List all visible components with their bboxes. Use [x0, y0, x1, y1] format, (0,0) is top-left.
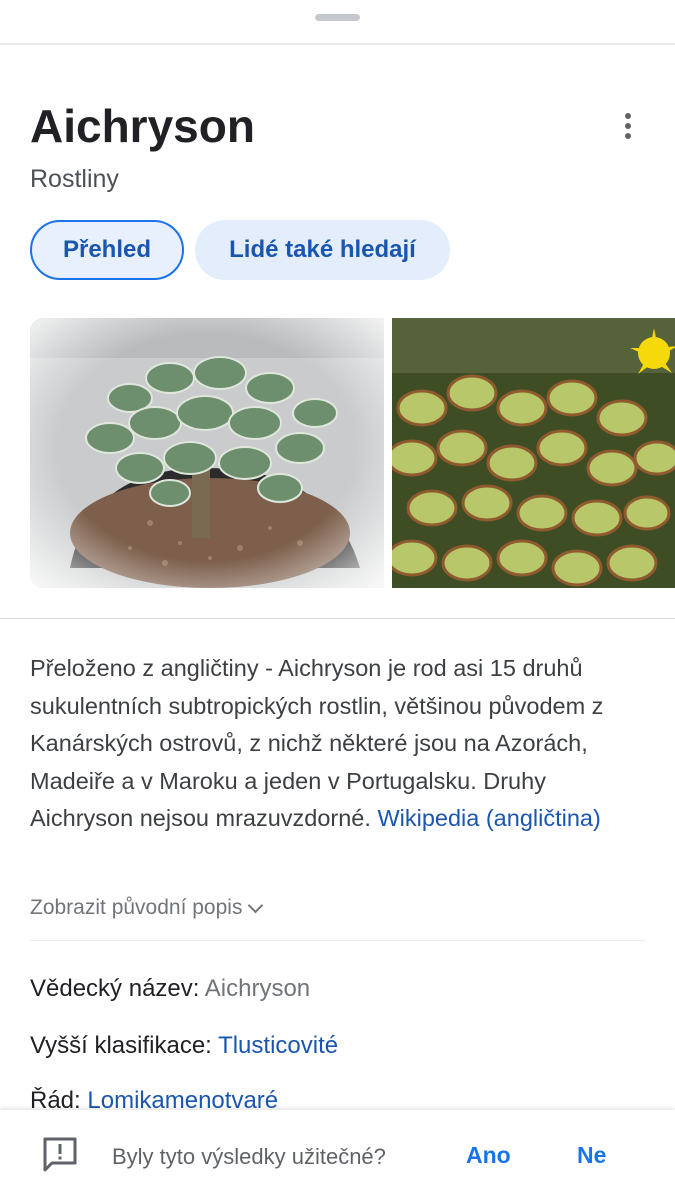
tab-overview-label: Přehled: [62, 236, 152, 263]
fact-label: Vědecký název:: [30, 975, 200, 1002]
entity-title: Aichryson: [30, 100, 255, 152]
sheet-drag-handle[interactable]: [315, 14, 360, 21]
wikipedia-link[interactable]: Wikipedia (angličtina): [377, 805, 600, 831]
description: Přeloženo z angličtiny - Aichryson je ro…: [30, 650, 650, 838]
fact-value: Aichryson: [204, 975, 311, 1002]
more-options-button[interactable]: [608, 106, 648, 146]
more-vert-icon: [625, 113, 631, 119]
show-original-description[interactable]: Zobrazit původní popis: [30, 894, 264, 922]
show-original-label: Zobrazit původní popis: [30, 896, 243, 919]
fact-scientific-name: Vědecký název: Aichryson: [30, 973, 310, 1005]
entity-subtitle: Rostliny: [30, 165, 119, 193]
tab-overview[interactable]: Přehled: [30, 220, 184, 280]
fact-higher-classification: Vyšší klasifikace: Tlusticovité: [30, 1030, 338, 1062]
feedback-no-button[interactable]: Ne: [577, 1140, 606, 1170]
feedback-icon[interactable]: [40, 1134, 80, 1174]
plant-image-1[interactable]: [30, 318, 384, 588]
fact-label: Vyšší klasifikace:: [30, 1032, 212, 1059]
tab-people-also-search[interactable]: Lidé také hledají: [195, 220, 450, 280]
section-divider: [0, 618, 675, 619]
fact-value-link[interactable]: Tlusticovité: [218, 1032, 338, 1059]
feedback-question: Byly tyto výsledky užitečné?: [112, 1144, 386, 1169]
plant-image-2[interactable]: [392, 318, 675, 588]
top-divider: [0, 43, 675, 45]
facts-divider: [30, 940, 645, 941]
tab-people-also-search-label: Lidé také hledají: [229, 236, 416, 263]
chevron-down-icon: [248, 897, 264, 913]
feedback-bar: Byly tyto výsledky užitečné? Ano Ne: [0, 1110, 675, 1200]
feedback-yes-button[interactable]: Ano: [466, 1140, 511, 1170]
